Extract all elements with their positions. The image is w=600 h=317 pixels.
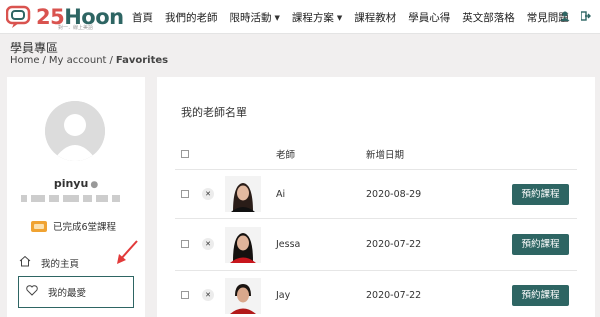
book-lesson-button[interactable]: 預約課程 bbox=[512, 184, 569, 205]
page-title: 學員專區 bbox=[10, 41, 59, 55]
nav-item-materials[interactable]: 課程教材 bbox=[354, 10, 396, 25]
favorites-panel: 我的老師名單 老師 新增日期 ✕ Ai 2020-08-29 預約課程 ✕ Je… bbox=[157, 77, 595, 317]
sidebar-item-home[interactable]: 我的主頁 bbox=[19, 255, 79, 270]
added-date: 2020-07-22 bbox=[366, 239, 422, 250]
home-icon bbox=[19, 255, 33, 270]
breadcrumb-home[interactable]: Home bbox=[10, 55, 40, 66]
nav-item-home[interactable]: 首頁 bbox=[132, 10, 153, 25]
breadcrumb: Home / My account / Favorites bbox=[10, 55, 169, 66]
username: pinyu ● bbox=[53, 177, 99, 190]
logo-tagline: 對一．線上美語 bbox=[58, 25, 94, 31]
avatar bbox=[45, 101, 105, 161]
caret-down-icon: ▼ bbox=[274, 13, 280, 22]
teacher-name[interactable]: Jay bbox=[276, 290, 290, 301]
blurred-info bbox=[21, 195, 129, 205]
table-divider bbox=[175, 169, 577, 170]
added-date: 2020-08-29 bbox=[366, 189, 422, 200]
table-divider bbox=[175, 218, 577, 219]
logo-icon bbox=[5, 5, 32, 29]
teacher-photo[interactable] bbox=[225, 278, 261, 314]
top-navbar: 25Hoon 對一．線上美語 首頁 我們的老師 限時活動 ▼ 課程方案 ▼ 課程教材… bbox=[0, 0, 600, 34]
logout-icon[interactable] bbox=[580, 11, 591, 24]
book-lesson-button[interactable]: 預約課程 bbox=[512, 285, 569, 306]
teacher-photo[interactable] bbox=[225, 227, 261, 263]
select-all-checkbox[interactable] bbox=[181, 150, 189, 158]
ticket-icon bbox=[31, 220, 47, 232]
breadcrumb-my-account[interactable]: My account bbox=[49, 55, 107, 66]
heart-icon bbox=[26, 285, 40, 299]
nav-item-testimonials[interactable]: 學員心得 bbox=[408, 10, 450, 25]
lightbulb-icon: ● bbox=[90, 180, 99, 190]
main-nav: 首頁 我們的老師 限時活動 ▼ 課程方案 ▼ 課程教材 學員心得 英文部落格 常見問… bbox=[132, 10, 581, 25]
remove-icon[interactable]: ✕ bbox=[202, 238, 214, 250]
row-checkbox[interactable] bbox=[181, 190, 189, 198]
sidebar-item-favorites[interactable]: 我的最愛 bbox=[18, 276, 134, 308]
teacher-photo[interactable] bbox=[225, 176, 261, 212]
teacher-name[interactable]: Jessa bbox=[276, 239, 300, 250]
table-divider bbox=[175, 270, 577, 271]
account-sidebar: pinyu ● 已完成6堂課程 我的主頁 我的最愛 bbox=[7, 77, 145, 317]
book-lesson-button[interactable]: 預約課程 bbox=[512, 234, 569, 255]
nav-icons bbox=[560, 11, 600, 24]
caret-down-icon: ▼ bbox=[336, 13, 343, 22]
remove-icon[interactable]: ✕ bbox=[202, 188, 214, 200]
added-date: 2020-07-22 bbox=[366, 290, 422, 301]
column-header-teacher: 老師 bbox=[276, 150, 296, 161]
favorites-title: 我的老師名單 bbox=[181, 106, 247, 119]
breadcrumb-current: Favorites bbox=[115, 55, 169, 66]
row-checkbox[interactable] bbox=[181, 240, 189, 248]
remove-icon[interactable]: ✕ bbox=[202, 289, 214, 301]
column-header-date: 新增日期 bbox=[366, 150, 405, 161]
nav-item-blog[interactable]: 英文部落格 bbox=[462, 10, 515, 25]
nav-item-plans[interactable]: 課程方案 ▼ bbox=[292, 10, 342, 25]
nav-item-promotions[interactable]: 限時活動 ▼ bbox=[230, 10, 280, 25]
user-icon[interactable] bbox=[560, 11, 570, 24]
teacher-name[interactable]: Ai bbox=[276, 189, 285, 200]
row-checkbox[interactable] bbox=[181, 291, 189, 299]
nav-item-teachers[interactable]: 我們的老師 bbox=[165, 10, 218, 25]
completed-lessons: 已完成6堂課程 bbox=[31, 219, 116, 233]
annotation-arrow bbox=[117, 240, 138, 264]
